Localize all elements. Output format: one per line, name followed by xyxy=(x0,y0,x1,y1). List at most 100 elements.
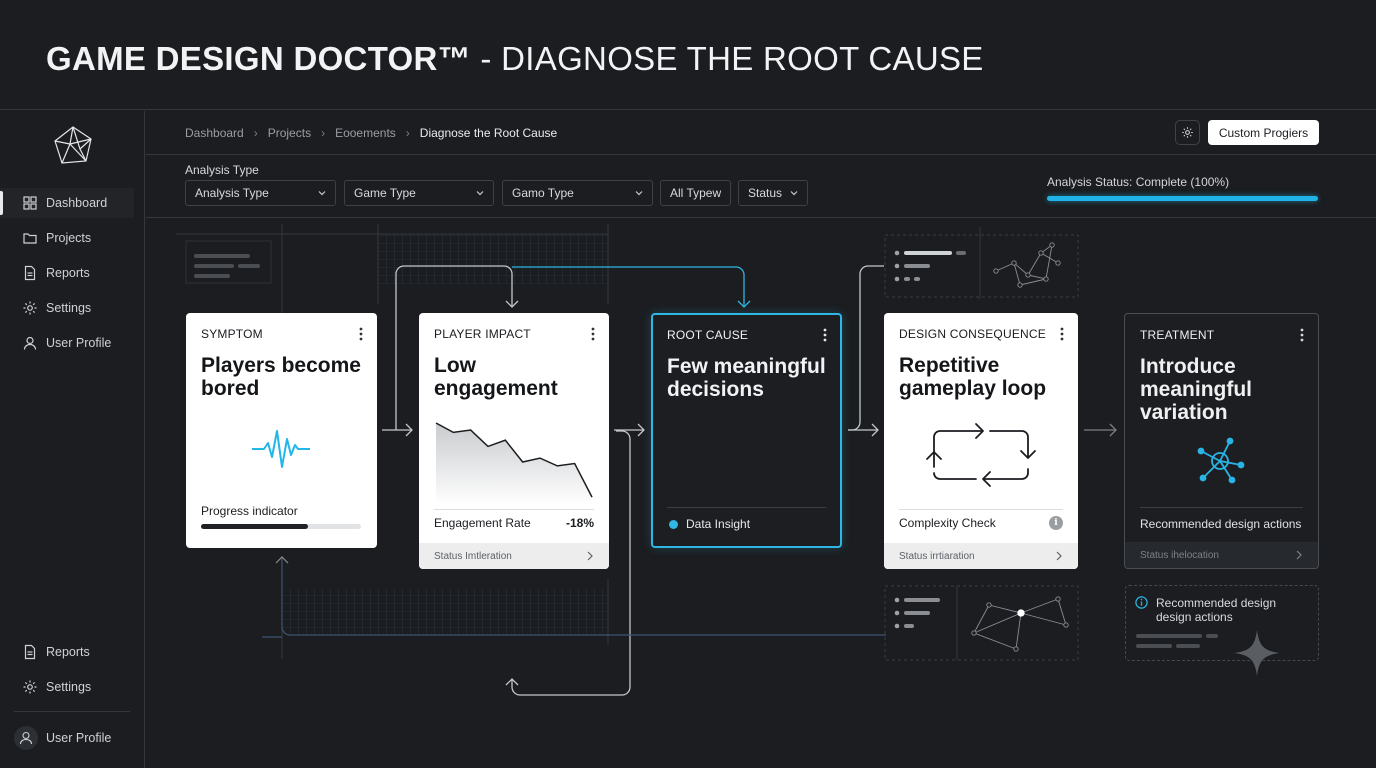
select-value: Gamo Type xyxy=(512,186,574,200)
symptom-card[interactable]: SYMPTOM Players become bored Progress in… xyxy=(186,313,377,548)
more-options-icon[interactable] xyxy=(1300,328,1304,342)
card-header: PLAYER IMPACT xyxy=(434,327,531,341)
sidebar-item-reports-bottom[interactable]: Reports xyxy=(0,637,134,667)
network-hub-icon xyxy=(1197,437,1245,484)
chevron-down-icon xyxy=(318,191,326,196)
card-header: DESIGN CONSEQUENCE xyxy=(899,327,1046,341)
heartbeat-icon xyxy=(252,430,310,468)
avatar-icon xyxy=(14,726,38,750)
footer-label: Status Imtleration xyxy=(434,550,512,562)
treatment-card[interactable]: TREATMENT Introduce meaningful variation… xyxy=(1124,313,1319,569)
document-icon xyxy=(22,265,38,281)
main-panel: Dashboard › Projects › Eooements › Diagnose… xyxy=(146,111,1376,768)
footer-label: Status irrtiaration xyxy=(899,550,975,562)
more-options-icon[interactable] xyxy=(1060,327,1064,341)
chevron-down-icon xyxy=(790,191,798,196)
settings-button[interactable] xyxy=(1175,120,1200,145)
status-select[interactable]: Status xyxy=(738,180,808,206)
gamo-type-select[interactable]: Gamo Type xyxy=(502,180,653,206)
chevron-right-icon xyxy=(587,551,593,561)
title-bar: GAME DESIGN DOCTOR™ - DIAGNOSE THE ROOT … xyxy=(0,0,1376,110)
card-title: Repetitive gameplay loop xyxy=(899,354,1047,400)
root-cause-card[interactable]: ROOT CAUSE Few meaningful decisions Data… xyxy=(651,313,842,548)
sidebar-item-settings[interactable]: Settings xyxy=(0,293,134,323)
select-value: Status xyxy=(748,186,783,200)
card-title: Players become bored xyxy=(201,354,361,400)
card-footer[interactable]: Status irrtiaration xyxy=(884,543,1078,569)
sidebar-item-reports[interactable]: Reports xyxy=(0,258,134,288)
sidebar-item-label: User Profile xyxy=(46,731,112,745)
select-value: Game Type xyxy=(354,186,416,200)
insight-label: Data Insight xyxy=(686,517,751,531)
info-icon[interactable]: i xyxy=(1049,516,1063,530)
card-footer[interactable]: Status ihelocation xyxy=(1125,542,1318,568)
sparkle-icon xyxy=(1234,630,1280,676)
sidebar-item-label: User Profile xyxy=(46,336,112,350)
game-type-select[interactable]: Game Type xyxy=(344,180,494,206)
diagnosis-canvas: SYMPTOM Players become bored Progress in… xyxy=(146,219,1376,768)
analysis-progress-bar xyxy=(1047,196,1318,201)
card-divider xyxy=(667,507,826,508)
sidebar: Dashboard Projects Reports Settings User… xyxy=(0,111,145,768)
sidebar-item-label: Settings xyxy=(46,680,92,694)
more-options-icon[interactable] xyxy=(359,327,363,341)
sidebar-item-label: Reports xyxy=(46,266,90,280)
custom-progiers-button[interactable]: Custom Progiers xyxy=(1208,120,1319,145)
select-value: All Typew xyxy=(670,186,722,200)
folder-icon xyxy=(22,230,38,246)
sidebar-item-projects[interactable]: Projects xyxy=(0,223,134,253)
sidebar-item-label: Projects xyxy=(46,231,92,245)
card-title: Low engagement xyxy=(434,354,558,400)
breadcrumb: Dashboard › Projects › Eooements › Diagnose… xyxy=(185,126,557,140)
geodesic-logo-icon[interactable] xyxy=(52,125,94,167)
card-divider xyxy=(1140,507,1303,508)
top-bar: Dashboard › Projects › Eooements › Diagnose… xyxy=(146,111,1376,155)
card-footer[interactable]: Status Imtleration xyxy=(419,543,609,569)
sidebar-item-user-profile[interactable]: User Profile xyxy=(0,328,134,358)
recommended-actions-label: Recommended design actions xyxy=(1140,517,1302,531)
grid-icon xyxy=(22,195,38,211)
loop-arrows-icon xyxy=(926,423,1036,487)
insight-dot-icon xyxy=(669,520,678,529)
all-types-select[interactable]: All Typew xyxy=(660,180,731,206)
card-title: Introduce meaningful variation xyxy=(1140,355,1253,424)
card-header: ROOT CAUSE xyxy=(667,328,749,342)
chevron-down-icon xyxy=(635,191,643,196)
recommendation-text: Recommended design design actions xyxy=(1156,596,1277,624)
placeholder-line xyxy=(1206,634,1218,638)
metric-label: Complexity Check xyxy=(899,516,996,530)
engagement-decline-chart xyxy=(435,422,593,505)
chevron-right-icon xyxy=(1296,550,1302,560)
gear-icon xyxy=(22,300,38,316)
more-options-icon[interactable] xyxy=(591,327,595,341)
chevron-right-icon: › xyxy=(321,126,326,140)
filter-label: Analysis Type xyxy=(185,163,259,177)
sidebar-item-label: Dashboard xyxy=(46,196,108,210)
recommendation-panel: Recommended design design actions xyxy=(1125,585,1319,676)
progress-fill xyxy=(1047,196,1318,201)
breadcrumb-item[interactable]: Eooements xyxy=(335,126,396,140)
analysis-type-select[interactable]: Analysis Type xyxy=(185,180,336,206)
sidebar-divider xyxy=(14,711,130,712)
progress-label: Progress indicator xyxy=(201,504,298,518)
progress-fill xyxy=(201,524,309,529)
sidebar-item-dashboard[interactable]: Dashboard xyxy=(0,188,134,218)
app-title: GAME DESIGN DOCTOR™ - DIAGNOSE THE ROOT … xyxy=(46,40,984,77)
sidebar-item-label: Reports xyxy=(46,645,90,659)
placeholder-line xyxy=(1176,644,1200,648)
card-divider xyxy=(899,509,1063,510)
sidebar-item-user-profile-bottom[interactable]: User Profile xyxy=(0,723,134,753)
sidebar-item-settings-bottom[interactable]: Settings xyxy=(0,672,134,702)
player-impact-card[interactable]: PLAYER IMPACT Low engagement Engagement … xyxy=(419,313,609,569)
gear-icon xyxy=(22,679,38,695)
metric-label: Engagement Rate xyxy=(434,516,531,530)
sidebar-item-label: Settings xyxy=(46,301,92,315)
analysis-status-text: Analysis Status: Complete (100%) xyxy=(1047,175,1230,189)
more-options-icon[interactable] xyxy=(823,328,827,342)
design-consequence-card[interactable]: DESIGN CONSEQUENCE Repetitive gameplay l… xyxy=(884,313,1078,569)
breadcrumb-item[interactable]: Projects xyxy=(268,126,311,140)
metric-value: -18% xyxy=(565,516,594,530)
card-header: SYMPTOM xyxy=(201,327,263,341)
breadcrumb-item[interactable]: Dashboard xyxy=(185,126,244,140)
filter-bar: Analysis Type Analysis Type Game Type Ga… xyxy=(146,156,1376,218)
